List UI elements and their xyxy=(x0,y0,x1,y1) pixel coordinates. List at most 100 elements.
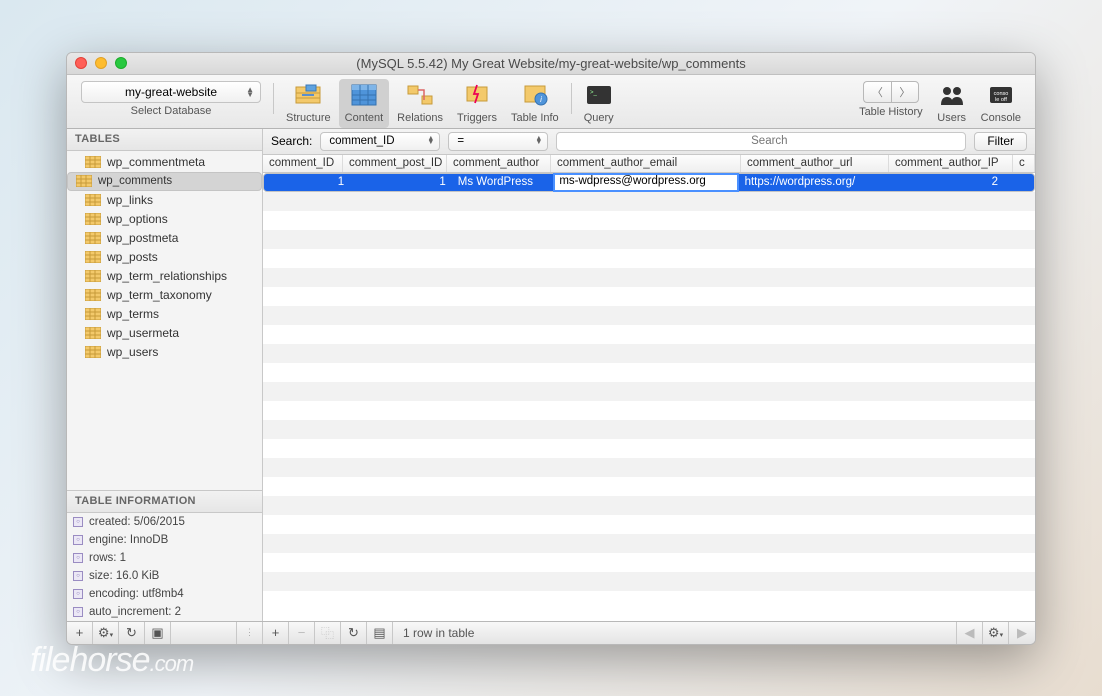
bullet-icon: ○ xyxy=(73,553,83,563)
duplicate-row-button[interactable]: ⿻ xyxy=(315,622,341,644)
tab-structure[interactable]: Structure xyxy=(280,79,337,128)
column-header[interactable]: comment_post_ID xyxy=(343,155,447,172)
sidebar-tables-header: TABLES xyxy=(67,129,262,151)
users-button[interactable]: Users xyxy=(931,79,973,128)
table-row-empty xyxy=(263,344,1035,363)
table-row-empty xyxy=(263,401,1035,420)
history-back-button[interactable]: 〈 xyxy=(863,81,891,103)
gear-icon: ⚙︎▾ xyxy=(98,625,113,641)
gear-icon: ⚙︎▾ xyxy=(988,625,1003,641)
sidebar-table-item[interactable]: wp_users xyxy=(67,343,262,362)
search-column-select[interactable]: comment_ID ▲▼ xyxy=(320,132,440,151)
sidebar-table-item[interactable]: wp_term_taxonomy xyxy=(67,286,262,305)
table-name: wp_commentmeta xyxy=(107,155,205,169)
tab-relations[interactable]: Relations xyxy=(391,79,449,128)
bullet-icon: ○ xyxy=(73,571,83,581)
remove-row-button[interactable]: − xyxy=(289,622,315,644)
tab-table-info[interactable]: i Table Info xyxy=(505,79,565,128)
console-icon: console off xyxy=(986,81,1016,109)
table-row-empty xyxy=(263,477,1035,496)
column-header[interactable]: comment_author_IP xyxy=(889,155,1013,172)
table-name: wp_term_relationships xyxy=(107,269,227,283)
table-info-icon: i xyxy=(520,81,550,109)
table-header-row: comment_ID comment_post_ID comment_autho… xyxy=(263,155,1035,173)
sidebar-table-item[interactable]: wp_postmeta xyxy=(67,229,262,248)
cell[interactable]: Ms WordPress xyxy=(452,174,554,191)
sidebar-table-item[interactable]: wp_commentmeta xyxy=(67,153,262,172)
column-header[interactable]: comment_author xyxy=(447,155,551,172)
console-button[interactable]: console off Console xyxy=(975,79,1027,128)
column-header[interactable]: comment_author_email xyxy=(551,155,741,172)
table-row-empty xyxy=(263,192,1035,211)
table-name: wp_term_taxonomy xyxy=(107,288,212,302)
reload-button[interactable]: ↻ xyxy=(341,622,367,644)
sidebar-table-item[interactable]: wp_terms xyxy=(67,305,262,324)
table-name: wp_postmeta xyxy=(107,231,178,245)
sidebar-table-item[interactable]: wp_term_relationships xyxy=(67,267,262,286)
table-icon xyxy=(85,194,101,206)
updown-icon: ▲▼ xyxy=(246,87,254,97)
pagination-button[interactable]: ▤ xyxy=(367,622,393,644)
column-header[interactable]: comment_ID xyxy=(263,155,343,172)
bullet-icon: ○ xyxy=(73,589,83,599)
grip-icon: ⋮ xyxy=(245,627,254,638)
info-text: auto_increment: 2 xyxy=(89,606,181,618)
table-row-empty xyxy=(263,211,1035,230)
sidebar-table-item[interactable]: wp_posts xyxy=(67,248,262,267)
relations-icon xyxy=(405,81,435,109)
rows-icon: ▤ xyxy=(373,625,385,641)
add-table-button[interactable]: + xyxy=(67,622,93,644)
titlebar: (MySQL 5.5.42) My Great Website/my-great… xyxy=(67,53,1035,75)
info-text: rows: 1 xyxy=(89,552,126,564)
search-operator-select[interactable]: = ▲▼ xyxy=(448,132,548,151)
svg-text:le off: le off xyxy=(995,97,1007,103)
zoom-window-button[interactable] xyxy=(115,57,127,69)
tab-content[interactable]: Content xyxy=(339,79,390,128)
prev-icon: ◀ xyxy=(965,625,975,641)
table-name: wp_users xyxy=(107,345,158,359)
column-header[interactable]: c xyxy=(1013,155,1035,172)
chevron-right-icon: 〉 xyxy=(899,84,910,100)
next-page-button[interactable]: ▶ xyxy=(1009,622,1035,644)
table-icon xyxy=(85,327,101,339)
history-forward-button[interactable]: 〉 xyxy=(891,81,919,103)
cell-editing[interactable]: ms-wdpress@wordpress.org xyxy=(553,173,738,192)
refresh-tables-button[interactable]: ↻ xyxy=(119,622,145,644)
filter-button[interactable]: Filter xyxy=(974,132,1027,151)
main-panel: Search: comment_ID ▲▼ = ▲▼ 🔍 Filter comm… xyxy=(263,129,1035,621)
sidebar: TABLES wp_commentmeta wp_commentswp_links… xyxy=(67,129,263,621)
sidebar-table-item[interactable]: wp_links xyxy=(67,191,262,210)
search-operator-value: = xyxy=(457,135,464,147)
database-select[interactable]: my-great-website ▲▼ xyxy=(81,81,261,103)
sidebar-table-item[interactable]: wp_comments xyxy=(67,172,262,191)
users-label: Users xyxy=(937,112,966,124)
search-input[interactable] xyxy=(556,132,966,151)
table-actions-button[interactable]: ⚙︎▾ xyxy=(93,622,119,644)
table-row-empty xyxy=(263,325,1035,344)
table-row[interactable]: 11Ms WordPressms-wdpress@wordpress.orght… xyxy=(263,173,1035,192)
minus-icon: − xyxy=(298,625,306,640)
add-row-button[interactable]: + xyxy=(263,622,289,644)
sidebar-table-item[interactable]: wp_usermeta xyxy=(67,324,262,343)
tab-query[interactable]: >_ Query xyxy=(578,79,620,128)
cell[interactable]: https://wordpress.org/ xyxy=(739,174,883,191)
sidebar-resize-handle[interactable]: ⋮ xyxy=(236,622,262,644)
table-name: wp_usermeta xyxy=(107,326,179,340)
prev-page-button[interactable]: ◀ xyxy=(957,622,983,644)
table-icon xyxy=(85,270,101,282)
cell[interactable]: 1 xyxy=(350,174,452,191)
minimize-window-button[interactable] xyxy=(95,57,107,69)
cell[interactable] xyxy=(1004,174,1016,191)
table-body[interactable]: 11Ms WordPressms-wdpress@wordpress.orght… xyxy=(263,173,1035,621)
close-window-button[interactable] xyxy=(75,57,87,69)
cell[interactable]: 2 xyxy=(883,174,1004,191)
toggle-info-button[interactable]: ▣ xyxy=(145,622,171,644)
table-icon xyxy=(85,251,101,263)
panel-icon: ▣ xyxy=(151,625,163,641)
column-header[interactable]: comment_author_url xyxy=(741,155,889,172)
sidebar-table-item[interactable]: wp_options xyxy=(67,210,262,229)
page-actions-button[interactable]: ⚙︎▾ xyxy=(983,622,1009,644)
cell[interactable]: 1 xyxy=(272,174,350,191)
info-text: size: 16.0 KiB xyxy=(89,570,159,582)
tab-triggers[interactable]: Triggers xyxy=(451,79,503,128)
